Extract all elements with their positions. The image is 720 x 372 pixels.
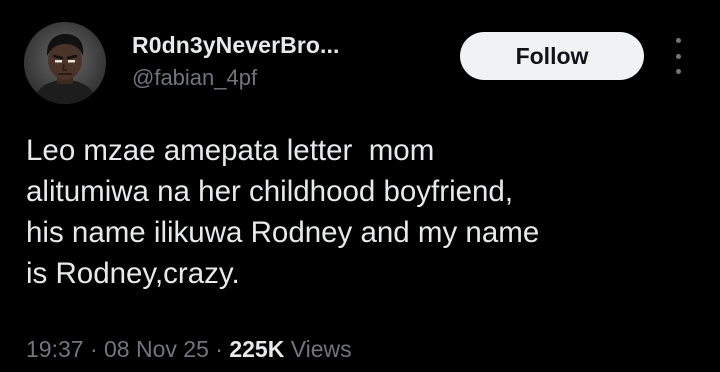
- tweet-date[interactable]: 08 Nov 25: [104, 336, 209, 362]
- avatar-image: [24, 22, 106, 104]
- tweet-meta: 19:37 · 08 Nov 25 · 225K Views: [26, 336, 352, 363]
- more-dot: [675, 69, 681, 74]
- author-handle[interactable]: @fabian_4pf: [132, 65, 257, 91]
- meta-separator: ·: [208, 336, 230, 362]
- views-label: Views: [284, 336, 352, 362]
- tweet-time[interactable]: 19:37: [26, 336, 84, 362]
- more-dot: [675, 38, 681, 43]
- avatar[interactable]: [24, 22, 106, 104]
- tweet-card: R0dn3yNeverBro... @fabian_4pf Follow Leo…: [0, 0, 720, 372]
- follow-button[interactable]: Follow: [460, 32, 644, 80]
- views-count: 225K: [229, 336, 285, 362]
- more-options-icon[interactable]: [668, 38, 688, 74]
- author-display-name[interactable]: R0dn3yNeverBro...: [132, 32, 340, 59]
- more-dot: [675, 53, 681, 59]
- tweet-text: Leo mzae amepata letter mom alitumiwa na…: [26, 134, 540, 290]
- meta-separator: ·: [83, 336, 105, 362]
